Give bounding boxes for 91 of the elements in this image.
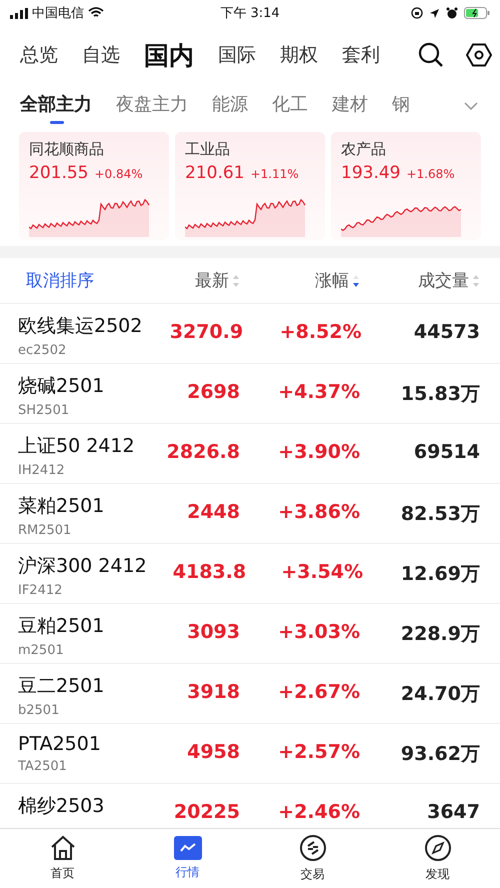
index-change: +1.11%: [250, 167, 299, 181]
volume-cell-text: 82.53万: [400, 502, 480, 527]
category-tab[interactable]: 化工: [272, 92, 308, 124]
price-cell-text: 20225: [172, 800, 240, 823]
home-icon: [48, 835, 76, 861]
price-cell-text: 3918: [186, 680, 240, 703]
signal-icon: [10, 8, 28, 18]
column-header[interactable]: 涨幅: [240, 269, 360, 292]
contract-name: 菜粕2501: [18, 494, 106, 519]
market-tab[interactable]: 总览: [20, 42, 58, 68]
change-cell-text: +2.57%: [277, 740, 360, 763]
volume-cell-text: 15.83万: [400, 382, 480, 407]
contract-code: ec2502: [18, 343, 68, 358]
index-price: 193.49: [341, 163, 400, 183]
index-name: 工业品: [185, 140, 231, 159]
change-cell-text: +2.67%: [277, 680, 360, 703]
index-price: 201.55: [29, 163, 88, 183]
volume-cell-text: 93.62万: [400, 742, 480, 767]
search-icon[interactable]: [418, 42, 444, 68]
change-cell-text: +3.03%: [277, 620, 360, 643]
column-header[interactable]: 最新: [130, 269, 240, 292]
change-cell-text: +3.90%: [277, 440, 360, 463]
wifi-icon: [88, 7, 104, 19]
swap-icon: [298, 834, 326, 862]
volume-cell-text: 24.70万: [400, 682, 480, 707]
nav-tab[interactable]: 首页: [0, 829, 125, 888]
price-cell-text: 2698: [186, 380, 240, 403]
index-card[interactable]: 同花顺商品 201.55 +0.84%: [19, 132, 169, 240]
market-tab[interactable]: 期权: [280, 42, 318, 68]
nav-tab[interactable]: 交易: [250, 829, 375, 888]
lock-rotation-icon: [411, 7, 424, 19]
contract-name: 烧碱2501: [18, 374, 106, 399]
change-cell-text: +3.54%: [280, 560, 364, 583]
contract-code: SH2501: [18, 403, 70, 418]
index-change: +0.84%: [94, 167, 143, 181]
market-tab[interactable]: 套利: [342, 42, 380, 68]
carrier-label: 中国电信: [32, 5, 84, 22]
volume-cell-text: 3647: [426, 800, 480, 823]
price-cell-text: 4958: [186, 740, 240, 763]
index-price: 210.61: [185, 163, 244, 183]
change-cell-text: +3.86%: [277, 500, 360, 523]
contract-code: IF2412: [18, 583, 64, 598]
settings-icon[interactable]: [466, 43, 492, 67]
volume-cell-text: 12.69万: [400, 562, 480, 587]
alarm-icon: [446, 7, 458, 19]
contract-name: 豆二2501: [18, 674, 106, 699]
contract-name: 上证50 2412: [18, 434, 136, 459]
price-cell-text: 3270.9: [168, 320, 244, 343]
price-cell-text: 3093: [186, 620, 240, 643]
index-name: 同花顺商品: [29, 140, 105, 159]
contract-code: m2501: [18, 643, 65, 658]
column-header[interactable]: 成交量: [360, 269, 480, 292]
category-tab[interactable]: 钢: [392, 92, 410, 124]
contract-name: 欧线集运2502: [18, 314, 142, 339]
location-icon: [429, 8, 440, 18]
compass-icon: [424, 834, 452, 862]
contract-name: 豆粕2501: [18, 614, 106, 639]
change-cell-text: +2.46%: [277, 800, 360, 823]
index-name: 农产品: [341, 140, 387, 159]
battery-icon: [464, 7, 490, 19]
category-tab[interactable]: 建材: [332, 92, 368, 124]
volume-cell-text: 44573: [412, 320, 480, 343]
index-card[interactable]: 工业品 210.61 +1.11%: [175, 132, 325, 240]
index-change: +1.68%: [406, 167, 455, 181]
contract-code: IH2412: [18, 463, 66, 478]
contract-code: b2501: [18, 703, 60, 718]
chart-icon: [174, 836, 202, 860]
contract-code: TA2501: [18, 759, 68, 774]
price-cell-text: 2826.8: [166, 440, 240, 463]
contract-name: 棉纱2503: [18, 794, 106, 819]
status-time: 下午 3:14: [220, 5, 280, 22]
market-tab[interactable]: 国内: [144, 38, 194, 72]
category-tab[interactable]: 全部主力: [20, 92, 92, 124]
price-cell-text: 2448: [186, 500, 240, 523]
volume-cell-text: 228.9万: [400, 622, 480, 647]
volume-cell-text: 69514: [412, 440, 480, 463]
contract-name: PTA2501: [18, 733, 102, 755]
contract-name: 沪深300 2412: [18, 554, 147, 579]
index-card[interactable]: 农产品 193.49 +1.68%: [331, 132, 481, 240]
market-tab[interactable]: 自选: [82, 42, 120, 68]
market-tab[interactable]: 国际: [218, 42, 256, 68]
cancel-sort-link[interactable]: 取消排序: [26, 269, 94, 292]
category-tab[interactable]: 能源: [212, 92, 248, 124]
contract-code: RM2501: [18, 523, 72, 538]
nav-tab[interactable]: 行情: [125, 829, 250, 888]
change-cell-text: +8.52%: [278, 320, 362, 343]
category-tab[interactable]: 夜盘主力: [116, 92, 188, 124]
price-cell-text: 4183.8: [172, 560, 246, 583]
chevron-down-icon[interactable]: [464, 102, 478, 110]
change-cell-text: +4.37%: [277, 380, 360, 403]
nav-tab[interactable]: 发现: [375, 829, 500, 888]
